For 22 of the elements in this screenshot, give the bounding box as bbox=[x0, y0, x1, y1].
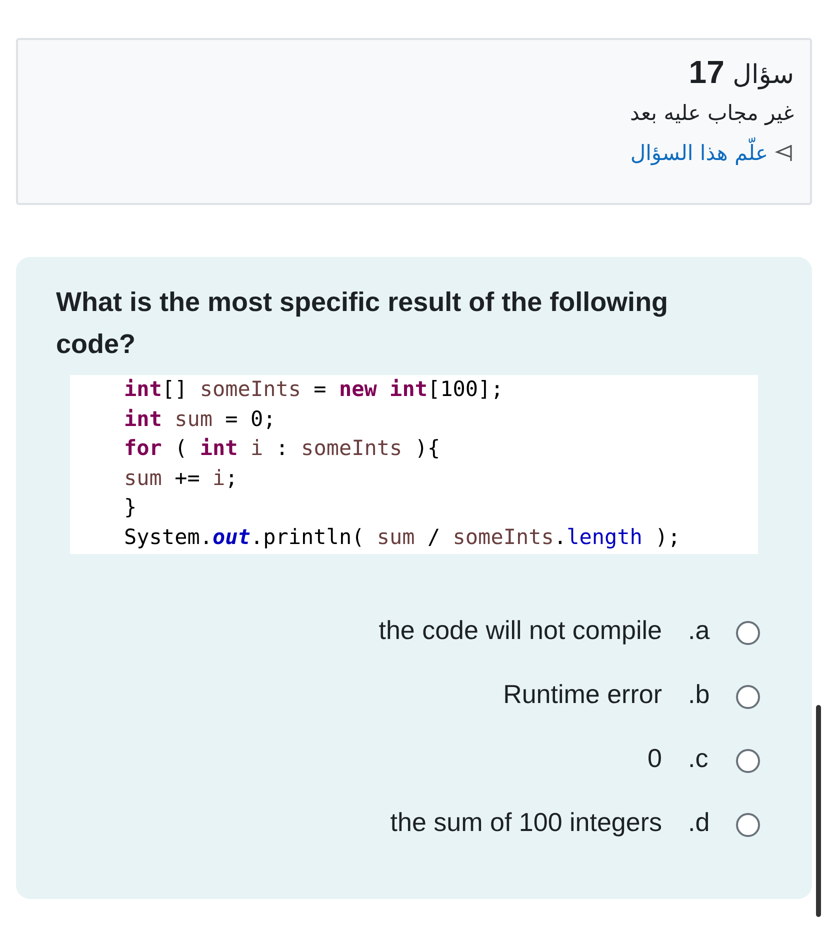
option-letter: .c bbox=[688, 742, 710, 774]
code-line: } bbox=[124, 494, 138, 521]
radio-button[interactable] bbox=[736, 749, 760, 773]
option-letter: .a bbox=[688, 614, 711, 646]
question-text: What is the most specific result of the following code? bbox=[56, 286, 670, 361]
code-line: for ( int i : someInts ){ bbox=[124, 435, 442, 462]
radio-button[interactable] bbox=[736, 813, 760, 837]
option-text: Runtime error bbox=[503, 678, 662, 710]
radio-button[interactable] bbox=[736, 621, 760, 645]
option-letter: .d bbox=[688, 806, 711, 838]
code-line: int sum = 0; bbox=[124, 406, 277, 432]
flag-icon[interactable] bbox=[774, 143, 794, 163]
scrollbar[interactable] bbox=[816, 705, 821, 917]
option-letter: .b bbox=[688, 678, 711, 710]
option-text: 0 bbox=[648, 742, 662, 774]
code-line: System.out.println( sum / someInts.length ); bbox=[124, 524, 682, 550]
option-text: the sum of 100 integers bbox=[390, 806, 662, 838]
code-line: sum += i; bbox=[124, 464, 239, 492]
radio-button[interactable] bbox=[736, 685, 760, 709]
option-text: the code will not compile bbox=[378, 614, 662, 646]
question-status: غير مجاب عليه بعد bbox=[630, 101, 794, 125]
code-line: int[] someInts = new int[100]; bbox=[124, 376, 504, 403]
